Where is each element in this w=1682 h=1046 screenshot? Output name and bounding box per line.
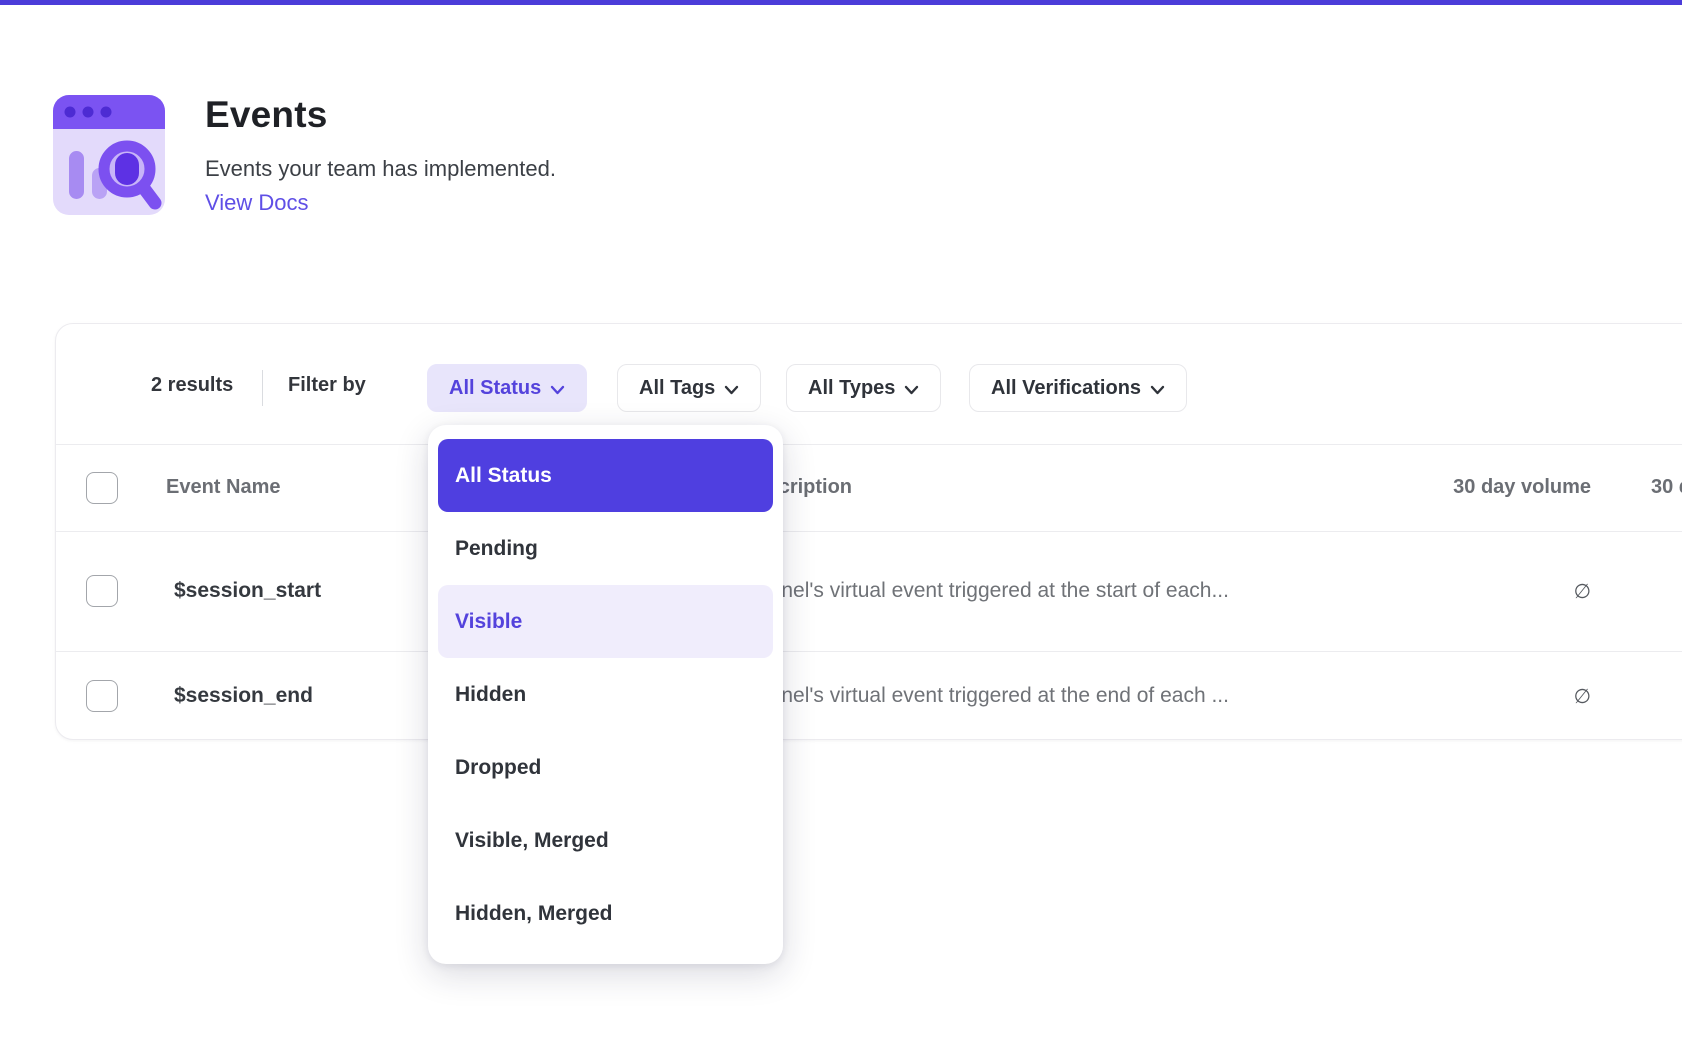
filter-all-tags-label: All Tags [639, 377, 715, 400]
event-volume: ∅ [1574, 579, 1591, 603]
page-subtitle: Events your team has implemented. [205, 156, 556, 182]
column-header-event-name: Event Name [166, 476, 281, 499]
events-table-card: 2 results Filter by All Status All Tags … [55, 323, 1682, 740]
table-header-row: Event Name Description 30 day volume 30 … [56, 444, 1682, 531]
view-docs-link[interactable]: View Docs [205, 190, 309, 216]
dropdown-item-dropped[interactable]: Dropped [438, 731, 773, 804]
events-analytics-icon [53, 95, 165, 215]
status-filter-dropdown: All Status Pending Visible Hidden Droppe… [428, 425, 783, 964]
filter-all-status[interactable]: All Status [427, 364, 587, 412]
filter-by-label: Filter by [288, 374, 366, 397]
dropdown-item-visible[interactable]: Visible [438, 585, 773, 658]
filter-all-types[interactable]: All Types [786, 364, 941, 412]
top-accent-bar [0, 0, 1682, 5]
chevron-down-icon [1150, 384, 1165, 396]
toolbar-divider [262, 370, 263, 406]
dropdown-item-hidden[interactable]: Hidden [438, 658, 773, 731]
column-header-clipped: 30 d [1651, 476, 1682, 499]
event-volume: ∅ [1574, 684, 1591, 708]
page-title: Events [205, 94, 328, 136]
select-all-checkbox[interactable] [86, 472, 118, 504]
dropdown-item-visible-merged[interactable]: Visible, Merged [438, 804, 773, 877]
filter-all-types-label: All Types [808, 377, 895, 400]
filter-all-status-label: All Status [449, 377, 541, 400]
dropdown-item-pending[interactable]: Pending [438, 512, 773, 585]
row-checkbox[interactable] [86, 680, 118, 712]
row-checkbox[interactable] [86, 575, 118, 607]
filter-all-tags[interactable]: All Tags [617, 364, 761, 412]
table-row[interactable]: $session_start panel's virtual event tri… [56, 531, 1682, 651]
table-row[interactable]: $session_end panel's virtual event trigg… [56, 651, 1682, 740]
filter-all-verifications-label: All Verifications [991, 377, 1141, 400]
event-name: $session_start [174, 579, 321, 603]
column-header-30-day-volume: 30 day volume [1453, 476, 1591, 499]
dropdown-item-all-status[interactable]: All Status [438, 439, 773, 512]
event-name: $session_end [174, 684, 313, 708]
chevron-down-icon [904, 384, 919, 396]
filter-all-verifications[interactable]: All Verifications [969, 364, 1187, 412]
dropdown-item-hidden-merged[interactable]: Hidden, Merged [438, 877, 773, 950]
event-description: panel's virtual event triggered at the s… [758, 579, 1229, 603]
chevron-down-icon [550, 384, 565, 396]
chevron-down-icon [724, 384, 739, 396]
event-description: panel's virtual event triggered at the e… [758, 684, 1229, 708]
results-count: 2 results [151, 374, 233, 397]
